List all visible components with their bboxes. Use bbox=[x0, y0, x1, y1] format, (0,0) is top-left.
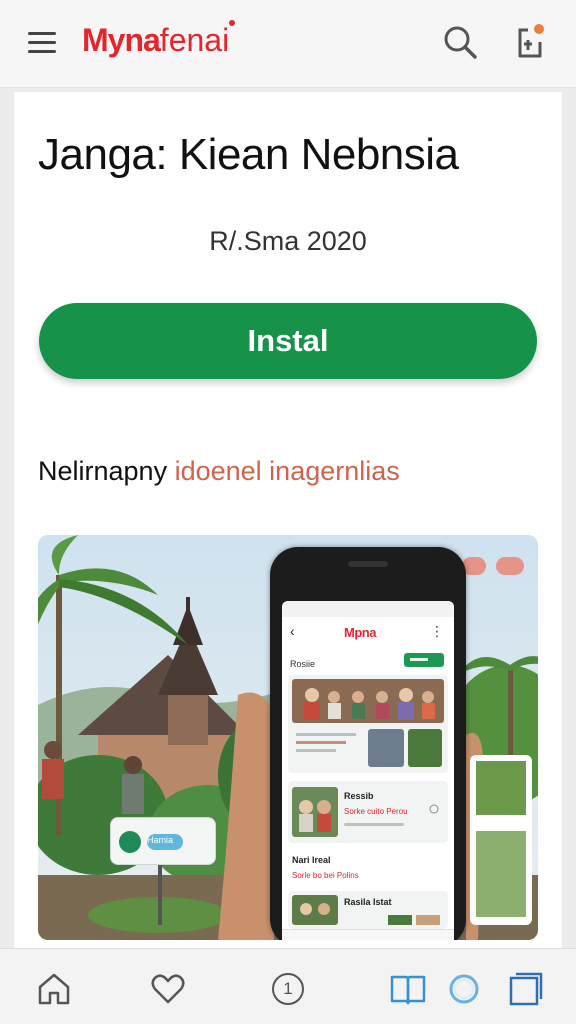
phone-card-1 bbox=[288, 675, 448, 773]
phone-nav-bar bbox=[282, 929, 454, 940]
phone-speaker bbox=[348, 561, 388, 567]
phone-action-button bbox=[404, 653, 444, 667]
app-subtitle: R/.Sma 2020 bbox=[209, 226, 367, 256]
info-icon[interactable]: 1 bbox=[268, 969, 308, 1009]
top-app-bar: Mynafenai bbox=[0, 0, 576, 88]
logo-dot bbox=[229, 20, 236, 26]
book-icon[interactable] bbox=[388, 969, 428, 1009]
section-heading-part2: idoenel inagernlias bbox=[174, 456, 400, 486]
circle-icon[interactable] bbox=[444, 969, 484, 1009]
phone-section-sub: Sorle bo bei Polins bbox=[292, 871, 359, 880]
app-screenshot[interactable]: Hamia ‹ Mpna ⋮ Rosiie Ressib Sorke cuito… bbox=[38, 535, 538, 940]
install-button[interactable]: Instal bbox=[39, 303, 537, 379]
section-heading: Nelirnapny idoenel inagernlias bbox=[38, 456, 400, 487]
phone-mockup: ‹ Mpna ⋮ Rosiie Ressib Sorke cuito Perou… bbox=[270, 547, 466, 940]
phone-section-name: Nari Ireal bbox=[292, 855, 331, 865]
info-icon-glyph: 1 bbox=[272, 973, 304, 1005]
phone-card-2: Ressib Sorke cuito Perou bbox=[288, 781, 448, 843]
phone-card-2-sub: Sorke cuito Perou bbox=[344, 807, 408, 816]
bottom-navigation: 1 bbox=[0, 948, 576, 1024]
phone-card-2-line bbox=[344, 823, 404, 826]
phone-screen: ‹ Mpna ⋮ Rosiie Ressib Sorke cuito Perou… bbox=[282, 601, 454, 940]
kiosk-dot bbox=[119, 831, 141, 853]
window-icon[interactable] bbox=[506, 969, 546, 1009]
phone-label: Rosiie bbox=[290, 659, 316, 669]
phone-card-1-art bbox=[292, 679, 444, 767]
phone-card-3-name: Rasila Istat bbox=[344, 897, 392, 907]
home-icon[interactable] bbox=[34, 969, 74, 1009]
phone-back-icon: ‹ bbox=[290, 623, 295, 639]
hamburger-menu-icon[interactable] bbox=[26, 30, 58, 56]
app-detail-card: Janga: Kiean Nebnsia R/.Sma 2020 Instal … bbox=[14, 92, 562, 952]
kiosk-sign: Hamia bbox=[110, 817, 216, 865]
search-icon[interactable] bbox=[442, 24, 478, 60]
phone-status-bar bbox=[282, 601, 454, 617]
app-title: Janga: Kiean Nebnsia bbox=[38, 130, 459, 179]
heart-icon[interactable] bbox=[148, 969, 188, 1009]
kiosk-label: Hamia bbox=[147, 835, 174, 845]
phone-card-2-name: Ressib bbox=[344, 791, 374, 801]
logo-bold-text: Myna bbox=[82, 22, 161, 58]
notification-badge bbox=[532, 22, 546, 36]
phone-logo: Mpna bbox=[344, 625, 376, 640]
logo-rest-text: fenai bbox=[159, 22, 230, 58]
screenshot-pill-right bbox=[496, 557, 524, 575]
brand-logo[interactable]: Mynafenai bbox=[82, 20, 236, 59]
phone-menu-icon: ⋮ bbox=[430, 623, 444, 639]
phone-card-3: Rasila Istat bbox=[288, 891, 448, 929]
section-heading-part1: Nelirnapny bbox=[38, 456, 168, 486]
